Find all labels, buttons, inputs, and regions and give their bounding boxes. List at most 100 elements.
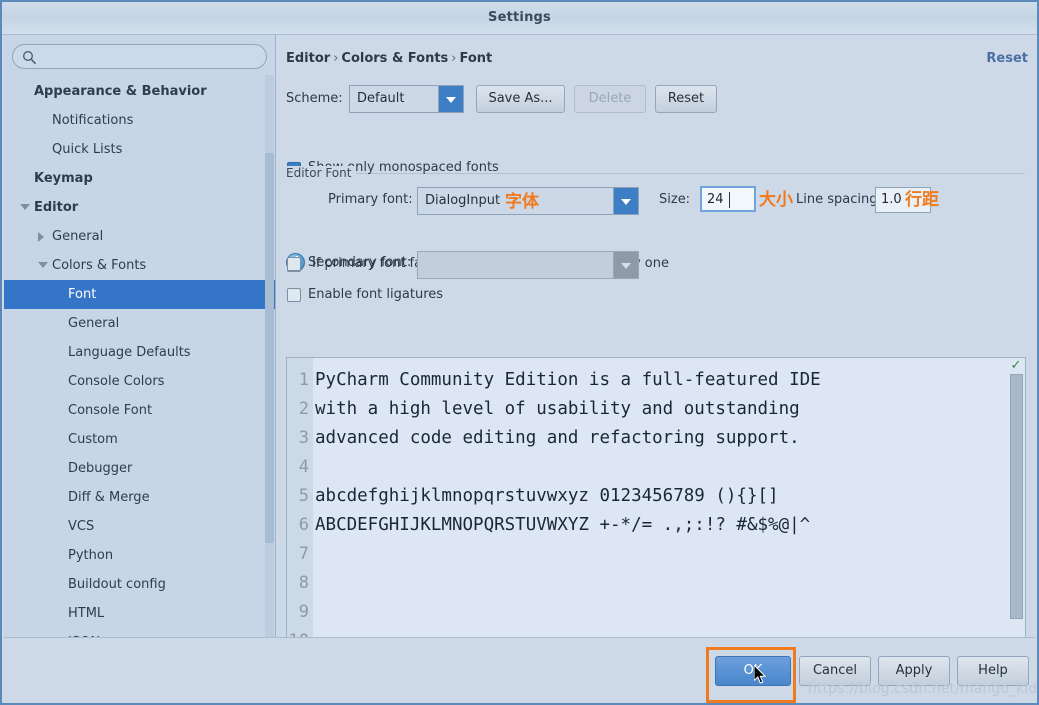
settings-main-panel: Editor › Colors & Fonts › Font Reset Scheme:… [276,35,1035,641]
scheme-combobox[interactable]: Default [349,85,464,113]
chevron-down-icon[interactable] [38,262,48,268]
search-icon [23,51,37,65]
editor-gutter: 1 2 3 4 5 6 7 8 9 10 [287,358,313,641]
line-number: 5 [298,486,309,506]
search-input[interactable] [41,45,258,70]
sidebar-item-label: Console Font [68,403,153,418]
sidebar-item-label: Quick Lists [52,142,123,157]
settings-tree: Appearance & Behavior Notifications Quick … [4,75,275,641]
sidebar-item-font[interactable]: Font [4,280,275,309]
breadcrumb: Editor › Colors & Fonts › Font [286,51,492,66]
search-box[interactable] [12,44,267,70]
sidebar-item-general[interactable]: General [4,309,275,338]
mouse-cursor-icon [754,665,767,684]
secondary-font-label: Secondary font: [308,255,412,270]
line-number: 4 [298,457,309,477]
text-caret [729,192,730,208]
breadcrumb-part-colors-fonts[interactable]: Colors & Fonts [341,51,448,66]
sidebar-item-buildout-config[interactable]: Buildout config [4,570,275,599]
font-preview-editor[interactable]: 1 2 3 4 5 6 7 8 9 10 PyCharm Community Edition is… [286,357,1026,641]
reset-link[interactable]: Reset [986,51,1028,66]
line-number: 7 [298,544,309,564]
sidebar-item-general[interactable]: General [4,222,275,251]
search-container [4,35,275,75]
sidebar-item-editor[interactable]: Editor [4,193,275,222]
sidebar-item-label: VCS [68,519,95,534]
ligatures-checkbox[interactable] [287,288,301,302]
sidebar-item-python[interactable]: Python [4,541,275,570]
sidebar-item-label: Colors & Fonts [52,258,147,273]
editor-text-area[interactable]: PyCharm Community Edition is a full-feat… [313,358,1007,641]
sidebar-item-label: Font [68,287,97,302]
settings-dialog: Settings Appearance & Behavior Notificati… [0,0,1039,705]
sidebar-item-language-defaults[interactable]: Language Defaults [4,338,275,367]
sidebar-item-vcs[interactable]: VCS [4,512,275,541]
watermark-text: https://blog.csdn.net/mango_kid [808,681,1038,697]
line-spacing-input[interactable]: 1.0 [875,187,931,213]
sidebar-item-label: Keymap [34,171,93,186]
editor-scrollbar-thumb[interactable] [1010,374,1023,619]
scheme-label: Scheme: [286,91,343,106]
chevron-right-icon[interactable] [38,232,44,242]
save-as-button[interactable]: Save As... [476,85,565,113]
size-label: Size: [659,192,691,207]
line-number: 8 [298,573,309,593]
size-value: 24 [707,192,724,207]
line-number: 3 [298,428,309,448]
primary-font-value: DialogInput [425,193,501,208]
sidebar-item-label: Language Defaults [68,345,191,360]
line-number: 6 [298,515,309,535]
line-spacing-label: Line spacing: [796,192,882,207]
scheme-reset-button[interactable]: Reset [655,85,717,113]
preview-line: advanced code editing and refactoring su… [315,428,800,448]
primary-font-label: Primary font: [328,192,413,207]
ok-button-highlight-annotation [706,647,796,703]
preview-line: with a high level of usability and outst… [315,399,800,419]
sidebar-item-appearance-behavior[interactable]: Appearance & Behavior [4,77,275,106]
scheme-value: Default [357,91,405,106]
size-input[interactable]: 24 [700,186,756,212]
sidebar-item-label: General [52,229,104,244]
sidebar-item-console-colors[interactable]: Console Colors [4,367,275,396]
breadcrumb-part-font[interactable]: Font [460,51,493,66]
inspection-check-icon[interactable]: ✓ [1009,359,1023,373]
sidebar-item-html[interactable]: HTML [4,599,275,628]
sidebar-item-notifications[interactable]: Notifications [4,106,275,135]
sidebar-item-console-font[interactable]: Console Font [4,396,275,425]
sidebar-item-quick-lists[interactable]: Quick Lists [4,135,275,164]
breadcrumb-part-editor[interactable]: Editor [286,51,330,66]
title-bar: Settings [2,2,1037,35]
sidebar-item-label: Debugger [68,461,133,476]
sidebar-item-label: Notifications [52,113,134,128]
preview-line: abcdefghijklmnopqrstuvwxyz 0123456789 ()… [315,486,779,506]
secondary-font-checkbox-box[interactable] [287,257,301,271]
chevron-down-icon[interactable] [613,188,638,214]
editor-font-group-title: Editor Font [286,166,357,180]
line-number: 1 [298,370,309,390]
sidebar-item-label: General [68,316,120,331]
sidebar-item-label: HTML [68,606,105,621]
sidebar-item-custom[interactable]: Custom [4,425,275,454]
settings-sidebar: Appearance & Behavior Notifications Quick … [4,35,276,641]
sidebar-item-label: Console Colors [68,374,165,389]
window-title: Settings [488,10,551,25]
secondary-font-combobox [417,251,639,279]
sidebar-item-diff-merge[interactable]: Diff & Merge [4,483,275,512]
delete-button: Delete [574,85,646,113]
line-spacing-value: 1.0 [881,192,902,207]
preview-line: ABCDEFGHIJKLMNOPQRSTUVWXYZ +-*/= .,;:!? … [315,515,811,535]
sidebar-item-debugger[interactable]: Debugger [4,454,275,483]
chevron-down-icon[interactable] [438,86,463,112]
sidebar-item-label: Diff & Merge [68,490,150,505]
primary-font-combobox[interactable]: DialogInput [417,187,639,215]
sidebar-item-label: Python [68,548,114,563]
chevron-down-icon[interactable] [20,204,30,210]
line-number: 9 [298,602,309,622]
breadcrumb-separator-1: › [333,51,339,66]
sidebar-item-keymap[interactable]: Keymap [4,164,275,193]
sidebar-item-colors-fonts[interactable]: Colors & Fonts [4,251,275,280]
chevron-down-icon [613,252,638,278]
sidebar-item-label: Custom [68,432,118,447]
sidebar-scrollbar-thumb[interactable] [265,153,274,543]
ligatures-label: Enable font ligatures [308,287,444,302]
